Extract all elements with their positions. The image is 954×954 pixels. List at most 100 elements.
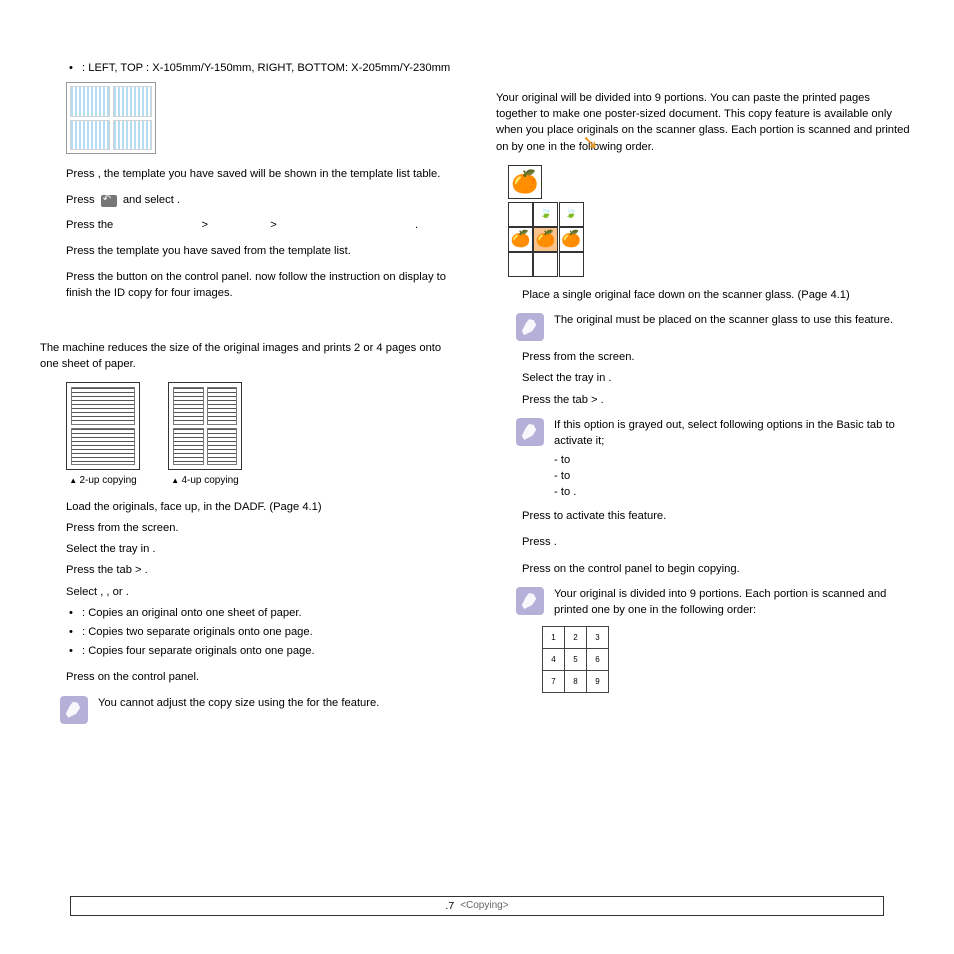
poster-note-3: Your original is divided into 9 portions… <box>516 587 914 618</box>
two-column-layout: • : LEFT, TOP : X-105mm/Y-150mm, RIGHT, … <box>40 60 914 732</box>
press-breadcrumb-line: Press the > > . <box>66 217 458 233</box>
page-mini <box>207 387 238 425</box>
press-ok: Press . <box>522 534 914 550</box>
press-back-tail: and select . <box>123 194 180 206</box>
breadcrumb-lead: Press the <box>66 219 113 231</box>
nup-captions: 2-up copying 4-up copying <box>66 474 458 489</box>
press-activate: Press to activate this feature. <box>522 508 914 524</box>
original-thumb: 🍊 <box>508 165 542 199</box>
order-cell: 6 <box>587 649 609 671</box>
two-up-thumbnail <box>66 382 140 470</box>
nup-options: • : Copies an original onto one sheet of … <box>66 605 458 660</box>
grid-cell <box>508 227 533 252</box>
idcard-cell <box>113 86 153 117</box>
step-item: Press the tab > . <box>522 392 914 408</box>
step-item: Select the tray in . <box>522 370 914 386</box>
note-icon <box>516 313 544 341</box>
nup-steps: Load the originals, face up, in the DADF… <box>66 499 458 600</box>
poster-diagram: 🍊 ➘ <box>508 165 914 277</box>
right-column: Your original will be divided into 9 por… <box>496 60 914 732</box>
page: • : LEFT, TOP : X-105mm/Y-150mm, RIGHT, … <box>0 0 954 954</box>
press-begin: Press on the control panel to begin copy… <box>522 561 914 577</box>
order-cell: 2 <box>565 627 587 649</box>
grid-cell <box>559 252 584 277</box>
scan-order-grid: 123 456 789 <box>542 626 609 693</box>
page-number: .7 <box>445 900 454 912</box>
order-cell: 7 <box>543 671 565 693</box>
order-cell: 9 <box>587 671 609 693</box>
grid-cell <box>533 202 558 227</box>
bullet-dot: • <box>66 60 76 76</box>
step-item: Press from the screen. <box>522 349 914 365</box>
note-body: Your original is divided into 9 portions… <box>554 587 914 618</box>
press-start-line: Press the button on the control panel. n… <box>66 269 458 301</box>
bullet-dot: • <box>66 643 76 659</box>
bullet-dot: • <box>66 605 76 621</box>
left-column: • : LEFT, TOP : X-105mm/Y-150mm, RIGHT, … <box>40 60 458 732</box>
page-mini <box>207 428 238 466</box>
note-icon <box>516 587 544 615</box>
nup-thumbnails <box>66 382 458 470</box>
press-saved-template: Press the template you have saved from t… <box>66 243 458 259</box>
note-line: If this option is grayed out, select fol… <box>554 418 914 449</box>
grid-cell <box>508 202 533 227</box>
page-footer: .7 <Copying> <box>70 896 884 916</box>
step-item: Press the tab > . <box>66 562 458 578</box>
page-mini <box>71 428 135 466</box>
nup-note: You cannot adjust the copy size using th… <box>60 696 458 724</box>
page-mini <box>173 387 204 425</box>
order-cell: 3 <box>587 627 609 649</box>
step-item: Press from the screen. <box>66 520 458 536</box>
section-label: <Copying> <box>460 900 508 912</box>
note-icon <box>60 696 88 724</box>
grid-cell <box>559 202 584 227</box>
step-item: Select , , or . <box>66 584 458 600</box>
idcard-cell <box>70 120 110 151</box>
note-body: The original must be placed on the scann… <box>554 313 893 341</box>
note-line: - to . <box>554 485 914 501</box>
caption-2up: 2-up copying <box>66 474 140 489</box>
poster-intro: Your original will be divided into 9 por… <box>496 90 914 155</box>
press-label: Press <box>66 194 95 206</box>
option-off: : Copies an original onto one sheet of p… <box>82 605 302 621</box>
breadcrumb-end: . <box>415 219 418 231</box>
image-position-text: : LEFT, TOP : X-105mm/Y-150mm, RIGHT, BO… <box>82 60 450 76</box>
order-cell: 1 <box>543 627 565 649</box>
bullet-dot: • <box>66 624 76 640</box>
back-icon <box>101 195 117 207</box>
grid-cell <box>533 252 558 277</box>
note-icon <box>516 418 544 446</box>
order-cell: 8 <box>565 671 587 693</box>
note-body: If this option is grayed out, select fol… <box>554 418 914 500</box>
grid-cell <box>508 252 533 277</box>
place-original: Place a single original face down on the… <box>522 287 914 303</box>
option-2up: : Copies two separate originals onto one… <box>82 624 313 640</box>
idcard-thumbnail <box>66 82 156 154</box>
grid-cell <box>533 227 558 252</box>
arrow-icon: ➘ <box>582 129 599 158</box>
poster-note-1: The original must be placed on the scann… <box>516 313 914 341</box>
image-position-bullet: • : LEFT, TOP : X-105mm/Y-150mm, RIGHT, … <box>66 60 458 76</box>
press-template-line: Press , the template you have saved will… <box>66 166 458 182</box>
press-back-line: Press and select . <box>66 192 458 208</box>
order-cell: 4 <box>543 649 565 671</box>
grid-cell <box>559 227 584 252</box>
step-item: Load the originals, face up, in the DADF… <box>66 499 458 515</box>
step-item: Select the tray in . <box>66 541 458 557</box>
four-up-thumbnail <box>168 382 242 470</box>
page-mini <box>173 428 204 466</box>
chevron-right-icon: > <box>266 219 281 231</box>
poster-grid <box>508 202 584 277</box>
chevron-right-icon: > <box>197 219 212 231</box>
idcard-cell <box>70 86 110 117</box>
nup-intro: The machine reduces the size of the orig… <box>40 340 458 372</box>
note-line: - to <box>554 453 914 469</box>
poster-steps: Press from the screen. Select the tray i… <box>522 349 914 408</box>
note-line: - to <box>554 469 914 485</box>
poster-note-2: If this option is grayed out, select fol… <box>516 418 914 500</box>
order-cell: 5 <box>565 649 587 671</box>
press-control-panel: Press on the control panel. <box>66 669 458 685</box>
idcard-cell <box>113 120 153 151</box>
page-mini <box>71 387 135 425</box>
option-4up: : Copies four separate originals onto on… <box>82 643 315 659</box>
